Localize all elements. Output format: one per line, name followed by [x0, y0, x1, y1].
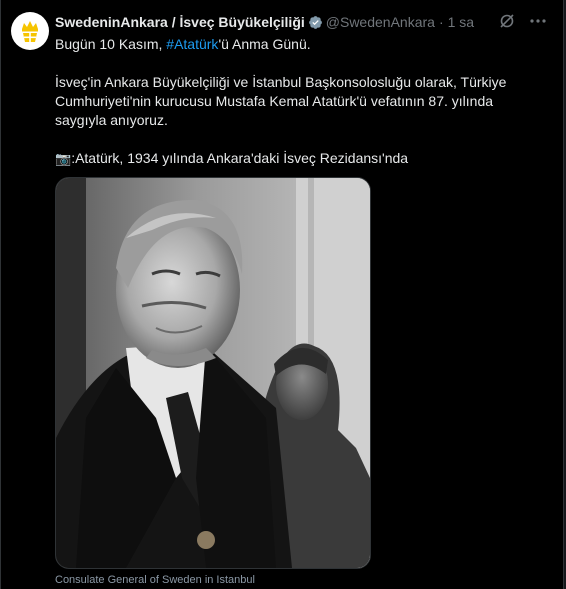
- display-name[interactable]: SwedeninAnkara / İsveç Büyükelçiliği: [55, 14, 305, 30]
- photo-description: 📷:Atatürk, 1934 yılında Ankara'daki İsve…: [55, 150, 409, 167]
- tweet-text: Bugün 10 Kasım, #Atatürk'ü Anma Günü. İs…: [55, 35, 555, 169]
- ataturk-photo: [56, 178, 370, 568]
- verified-badge-icon[interactable]: [308, 15, 323, 30]
- separator-dot: ·: [438, 14, 444, 30]
- grok-icon[interactable]: [499, 13, 515, 29]
- avatar[interactable]: [11, 12, 49, 50]
- swedish-crown-emblem-icon: [14, 15, 46, 47]
- tweet-line-1: Bugün 10 Kasım, #Atatürk'ü Anma Günü.: [55, 36, 311, 52]
- tweet-header: SwedeninAnkara / İsveç Büyükelçiliği @Sw…: [55, 12, 505, 32]
- timestamp[interactable]: 1 sa: [448, 14, 474, 30]
- hashtag-link[interactable]: #Atatürk: [166, 36, 218, 52]
- more-icon[interactable]: [528, 13, 548, 29]
- media-caption: Consulate General of Sweden in Istanbul: [55, 574, 255, 586]
- user-handle[interactable]: @SwedenAnkara: [326, 14, 435, 30]
- tweet-photo[interactable]: [55, 177, 371, 569]
- tweet-paragraph-2: İsveç'in Ankara Büyükelçiliği ve İstanbu…: [55, 74, 507, 128]
- camera-icon: 📷: [55, 152, 72, 167]
- timeline-border-left: [0, 0, 1, 589]
